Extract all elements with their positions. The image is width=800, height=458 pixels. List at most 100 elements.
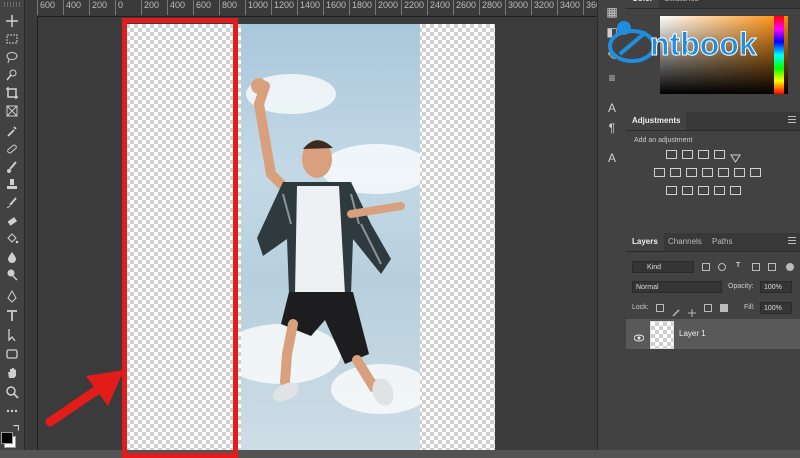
ruler-tick-label: 1000 [245, 0, 268, 15]
ruler-tick-label: 1400 [297, 0, 320, 15]
healing-brush-tool-icon[interactable] [3, 142, 21, 156]
filter-shape-icon[interactable] [752, 263, 760, 271]
hand-tool-icon[interactable] [3, 366, 21, 380]
invert-icon[interactable] [666, 186, 677, 195]
eye-visibility-icon[interactable] [633, 329, 645, 342]
fill-field[interactable]: 100% [760, 302, 792, 314]
ruler-tick-label: 2000 [375, 0, 398, 15]
rectangle-tool-icon[interactable] [3, 347, 21, 361]
dodge-tool-icon[interactable] [3, 268, 21, 282]
pen-tool-icon[interactable] [3, 290, 21, 304]
opacity-label: Opacity: [728, 283, 754, 290]
photo-filter-icon[interactable] [718, 168, 729, 177]
lock-transparent-pixels-icon[interactable] [656, 304, 664, 312]
gradient-triangle-icon[interactable] [730, 150, 741, 163]
layers-menu-icon[interactable] [788, 237, 796, 245]
paint-bucket-tool-icon[interactable] [3, 232, 21, 246]
blur-tool-icon[interactable] [3, 250, 21, 264]
filter-smart-object-icon[interactable] [768, 263, 776, 271]
pointer-arrow-icon [45, 370, 124, 427]
ruler-tick-label: 3000 [505, 0, 528, 15]
eyedropper-tool-icon[interactable] [3, 124, 21, 138]
lock-all-icon[interactable] [720, 304, 728, 312]
color-lookup-icon[interactable] [750, 168, 761, 177]
filter-adjustment-icon[interactable] [718, 263, 726, 271]
ruler-tick-label: 400 [167, 0, 185, 15]
quick-selection-tool-icon[interactable] [3, 68, 21, 82]
ruler-tick-label: 0 [115, 0, 123, 15]
color-panel-tabs: Color Swatches [626, 0, 800, 9]
tools-panel [0, 0, 25, 450]
type-tool-icon[interactable] [3, 309, 21, 323]
history-brush-tool-icon[interactable] [3, 196, 21, 210]
exposure-icon[interactable] [714, 150, 725, 159]
layer-filter-kind-select[interactable]: Kind [632, 261, 694, 273]
swap-colors-icon[interactable] [12, 422, 22, 432]
lock-artboard-icon[interactable] [704, 304, 712, 312]
ruler-tick-label: 400 [63, 0, 81, 15]
paragraph-panel-icon[interactable]: ¶ [604, 120, 620, 136]
eraser-tool-icon[interactable] [3, 214, 21, 228]
tab-swatches[interactable]: Swatches [658, 0, 705, 8]
levels-icon[interactable] [682, 150, 693, 159]
fill-label: Fill: [744, 304, 755, 311]
ruler-tick-label: 200 [89, 0, 107, 15]
move-tool-icon[interactable] [3, 14, 21, 28]
tab-adjustments[interactable]: Adjustments [626, 112, 687, 130]
lasso-tool-icon[interactable] [3, 50, 21, 64]
threshold-icon[interactable] [698, 186, 709, 195]
glyphs-panel-icon[interactable]: A [604, 150, 620, 166]
ruler-tick-label: 3600 [583, 0, 597, 15]
marquee-tool-icon[interactable] [3, 32, 21, 46]
jumping-man-figure [251, 78, 405, 406]
frame-tool-icon[interactable] [3, 104, 21, 118]
gradient-map-icon[interactable] [714, 186, 725, 195]
color-balance-icon[interactable] [686, 168, 697, 177]
hue-saturation-icon[interactable] [670, 168, 681, 177]
lock-position-icon[interactable] [688, 304, 696, 317]
actions-panel-icon[interactable]: ≡ [604, 70, 620, 86]
filter-toggle-icon[interactable] [786, 263, 794, 271]
channel-mixer-icon[interactable] [734, 168, 745, 177]
selective-color-icon[interactable] [730, 186, 741, 195]
layer-name[interactable]: Layer 1 [679, 329, 706, 338]
vibrance-icon[interactable] [654, 168, 665, 177]
ruler-tick-label: 3400 [557, 0, 580, 15]
ruler-tick-label: 200 [141, 0, 159, 15]
adjustments-panel-header: Adjustments [626, 112, 800, 131]
tab-layers[interactable]: Layers [626, 233, 664, 251]
curves-icon[interactable] [698, 150, 709, 159]
brush-tool-icon[interactable] [3, 160, 21, 174]
more-tools-icon[interactable] [3, 404, 21, 418]
tab-channels[interactable]: Channels [662, 233, 708, 251]
vertical-ruler [25, 16, 38, 450]
brightness-contrast-icon[interactable] [666, 150, 677, 159]
zoom-tool-icon[interactable] [3, 385, 21, 399]
horizontal-ruler: 600 400 200 0 200 400 600 800 1000 1200 1400 1600 18… [25, 0, 597, 17]
ruler-tick-label: 1200 [271, 0, 294, 15]
opacity-field[interactable]: 100% [760, 281, 792, 293]
tab-color[interactable]: Color [626, 0, 659, 8]
filter-pixel-icon[interactable] [702, 263, 710, 271]
highlight-rectangle [122, 18, 238, 458]
panel-grip[interactable] [4, 2, 20, 7]
lock-label: Lock: [632, 304, 649, 311]
jumping-man-photo-layer[interactable] [241, 24, 420, 450]
layer-row[interactable]: Layer 1 [626, 319, 800, 349]
watermark-logo: ntbook [606, 14, 776, 70]
blend-mode-select[interactable]: Normal [632, 281, 722, 293]
layer-thumbnail [650, 321, 674, 349]
clone-stamp-tool-icon[interactable] [3, 178, 21, 192]
ruler-tick-label: 2400 [427, 0, 450, 15]
layers-panel-tabs: Layers Channels Paths [626, 233, 800, 252]
character-panel-icon[interactable]: A [604, 100, 620, 116]
crop-tool-icon[interactable] [3, 86, 21, 100]
filter-type-icon[interactable]: T [736, 262, 740, 269]
black-white-icon[interactable] [702, 168, 713, 177]
lock-image-pixels-icon[interactable] [672, 304, 680, 317]
add-adjustment-label: Add an adjustment [634, 137, 693, 144]
adjustments-menu-icon[interactable] [788, 116, 796, 124]
path-selection-tool-icon[interactable] [3, 328, 21, 342]
tab-paths[interactable]: Paths [706, 233, 738, 251]
posterize-icon[interactable] [682, 186, 693, 195]
